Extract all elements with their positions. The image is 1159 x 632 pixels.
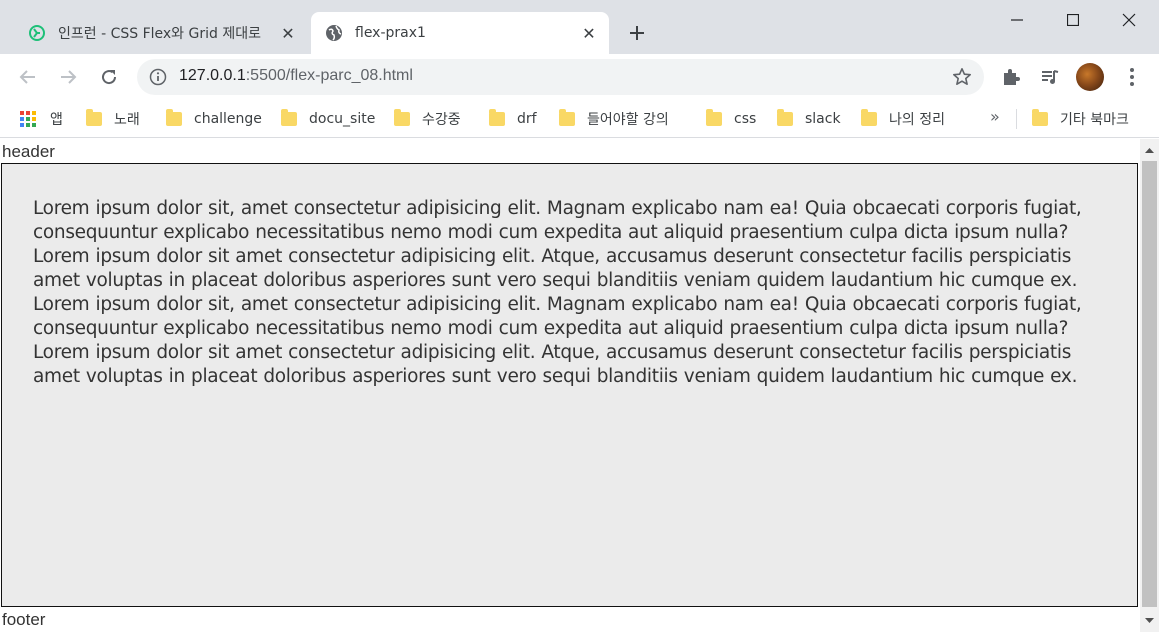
page-viewport: header Lorem ipsum dolor sit, amet conse… (0, 139, 1159, 632)
window-close-button[interactable] (1101, 0, 1157, 40)
tab-strip: 인프런 - CSS Flex와 Grid 제대로 ✕ flex-prax1 ✕ (0, 0, 1159, 54)
window-close-icon (1122, 13, 1136, 27)
bookmark-label: drf (517, 111, 537, 127)
minimize-button[interactable] (989, 0, 1045, 40)
scroll-up-arrow-icon[interactable] (1140, 145, 1159, 155)
bookmark-folder[interactable]: 들어야할 강의 (559, 107, 669, 131)
folder-icon (489, 109, 505, 126)
plus-icon (630, 26, 644, 40)
page-footer: footer (2, 610, 46, 629)
bookmark-label: 들어야할 강의 (587, 112, 669, 128)
bookmark-label: 나의 정리 (889, 112, 945, 128)
bookmark-folder[interactable]: challenge (166, 107, 262, 131)
kebab-menu-icon (1130, 68, 1134, 86)
url-path: :5500/flex-parc_08.html (245, 67, 413, 84)
puzzle-icon (1004, 69, 1020, 85)
tab-close-icon[interactable]: ✕ (274, 19, 302, 47)
address-bar[interactable]: 127.0.0.1:5500/flex-parc_08.html (137, 59, 984, 95)
url-host: 127.0.0.1 (179, 67, 246, 84)
folder-icon (281, 109, 297, 126)
apps-grid-icon (20, 111, 36, 127)
globe-icon (325, 24, 343, 42)
bookmark-label: 수강중 (422, 112, 461, 128)
bookmark-folder[interactable]: css (706, 107, 756, 131)
browser-toolbar: 127.0.0.1:5500/flex-parc_08.html (0, 54, 1159, 100)
bookmark-other[interactable]: 기타 북마크 (1032, 107, 1129, 131)
profile-avatar[interactable] (1076, 63, 1104, 91)
bookmark-apps[interactable]: 앱 (20, 107, 63, 131)
tab-close-icon[interactable]: ✕ (575, 19, 603, 47)
folder-icon (166, 109, 182, 126)
folder-icon (394, 109, 410, 126)
page-header: header (2, 142, 55, 161)
extensions-button[interactable] (997, 63, 1025, 91)
url-text[interactable]: 127.0.0.1:5500/flex-parc_08.html (179, 67, 413, 85)
scroll-down-arrow-icon[interactable] (1140, 616, 1159, 626)
media-queue-icon (1042, 70, 1059, 84)
maximize-button[interactable] (1045, 0, 1101, 40)
bookmark-label: css (734, 111, 757, 127)
reload-icon (102, 70, 117, 85)
folder-icon (706, 109, 722, 126)
folder-icon (559, 109, 575, 126)
bookmark-label: challenge (194, 111, 262, 127)
tab-title: flex-prax1 (355, 25, 426, 41)
folder-icon (86, 109, 102, 126)
star-icon[interactable] (952, 67, 972, 87)
tab-flex-prax1[interactable]: flex-prax1 ✕ (311, 12, 609, 54)
bookmark-label: slack (805, 111, 841, 127)
minimize-icon (1011, 19, 1023, 21)
bookmark-folder[interactable]: 노래 (86, 107, 140, 131)
info-icon[interactable] (149, 68, 167, 86)
media-control-button[interactable] (1036, 63, 1064, 91)
tab-inflearn[interactable]: 인프런 - CSS Flex와 Grid 제대로 ✕ (14, 12, 308, 54)
bookmark-folder[interactable]: 수강중 (394, 107, 461, 131)
inflearn-favicon-icon (28, 24, 46, 42)
forward-arrow-icon (61, 70, 77, 84)
maximize-icon (1067, 14, 1079, 26)
forward-button[interactable] (52, 61, 84, 93)
vertical-scrollbar[interactable] (1140, 139, 1159, 632)
tab-title: 인프런 - CSS Flex와 Grid 제대로 (58, 26, 261, 42)
main-content: Lorem ipsum dolor sit, amet consectetur … (1, 163, 1138, 607)
bookmark-folder[interactable]: slack (777, 107, 841, 131)
browser-menu-button[interactable] (1118, 63, 1146, 91)
new-tab-button[interactable] (622, 18, 652, 48)
reload-button[interactable] (93, 61, 125, 93)
folder-icon (1032, 109, 1048, 126)
bookmarks-divider (1016, 109, 1017, 129)
bookmark-label: 앱 (50, 112, 63, 128)
bookmark-folder[interactable]: 나의 정리 (861, 107, 945, 131)
main-paragraph: Lorem ipsum dolor sit, amet consectetur … (33, 198, 1082, 387)
bookmark-folder[interactable]: drf (489, 107, 537, 131)
bookmarks-bar: 앱 노래 challenge docu_site 수강중 drf 들어야할 강의… (0, 100, 1159, 138)
folder-icon (777, 109, 793, 126)
bookmark-label: 노래 (114, 112, 140, 128)
bookmark-folder[interactable]: docu_site (281, 107, 375, 131)
back-button[interactable] (12, 61, 44, 93)
bookmark-label: 기타 북마크 (1060, 112, 1129, 128)
scrollbar-thumb[interactable] (1142, 161, 1157, 607)
bookmarks-overflow-chevron-icon[interactable]: » (990, 107, 1000, 126)
back-arrow-icon (19, 70, 35, 84)
bookmark-label: docu_site (309, 111, 376, 127)
folder-icon (861, 109, 877, 126)
